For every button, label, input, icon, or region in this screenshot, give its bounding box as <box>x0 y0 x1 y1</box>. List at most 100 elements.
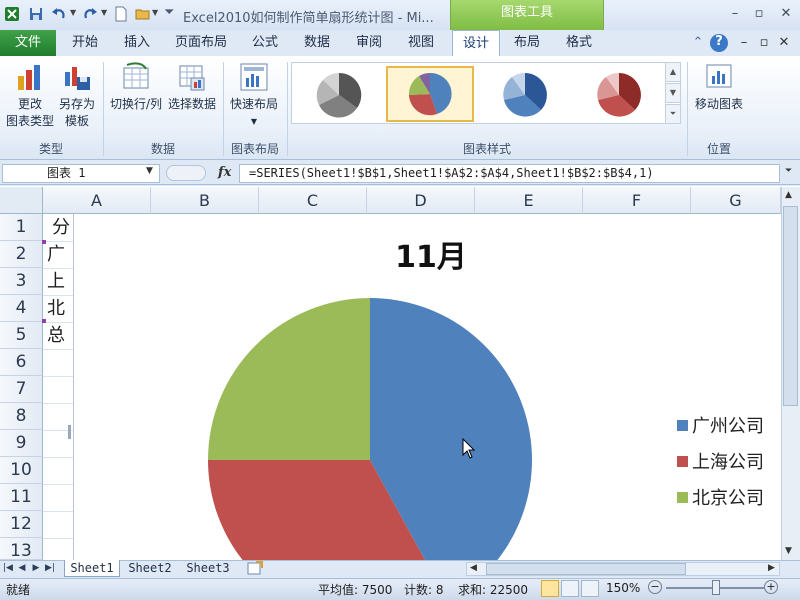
page-layout-view-button[interactable] <box>561 580 579 597</box>
change-chart-type-button[interactable]: 更改 图表类型 <box>4 62 56 130</box>
undo-dropdown-icon[interactable]: ▼ <box>70 8 76 17</box>
workbook-restore-icon[interactable]: ▫ <box>756 35 772 51</box>
cell-a2[interactable]: 广 <box>47 241 75 268</box>
prev-sheet-icon[interactable]: ◀ <box>16 561 28 576</box>
chart-style-option-red[interactable] <box>574 66 662 122</box>
minimize-button[interactable]: – <box>723 4 747 24</box>
formula-input[interactable]: =SERIES(Sheet1!$B$1,Sheet1!$A$2:$A$4,She… <box>239 164 780 183</box>
row-header-5[interactable]: 5 <box>0 322 43 349</box>
new-document-icon[interactable] <box>113 6 129 22</box>
row-header-11[interactable]: 11 <box>0 484 43 511</box>
column-header-f[interactable]: F <box>583 187 691 214</box>
cell-a4[interactable]: 北 <box>47 295 75 322</box>
column-header-d[interactable]: D <box>367 187 475 214</box>
zoom-slider-thumb[interactable] <box>712 580 720 595</box>
row-header-7[interactable]: 7 <box>0 376 43 403</box>
customize-qat-icon[interactable]: ⏷ <box>164 5 174 20</box>
row-header-12[interactable]: 12 <box>0 511 43 538</box>
tab-view[interactable]: 视图 <box>398 30 444 56</box>
name-box[interactable]: 图表 1 <box>2 164 160 183</box>
sheet-tab-3[interactable]: Sheet3 <box>180 560 236 577</box>
page-break-preview-button[interactable] <box>581 580 599 597</box>
switch-row-column-button[interactable]: 切换行/列 <box>108 62 164 113</box>
expand-formula-bar-icon[interactable]: ⏷ <box>785 166 792 176</box>
sheet-tab-1[interactable]: Sheet1 <box>64 560 120 577</box>
tab-file[interactable]: 文件 <box>0 30 56 56</box>
pie-chart[interactable] <box>190 290 550 560</box>
row-header-13[interactable]: 13 <box>0 538 43 560</box>
name-box-dropdown-icon[interactable]: ▼ <box>146 166 153 176</box>
legend-label-shanghai[interactable]: 上海公司 <box>692 448 764 474</box>
zoom-in-icon[interactable]: + <box>764 580 778 594</box>
scroll-up-arrow-icon[interactable]: ▲ <box>785 190 792 200</box>
restore-button[interactable]: ▫ <box>747 4 771 24</box>
open-folder-icon[interactable] <box>135 6 151 22</box>
chart-resize-handle[interactable] <box>68 425 71 439</box>
select-data-button[interactable]: 选择数据 <box>166 62 218 113</box>
tab-chart-format[interactable]: 格式 <box>556 30 602 56</box>
save-as-template-button[interactable]: 另存为 模板 <box>56 62 98 130</box>
first-sheet-icon[interactable]: |◀ <box>2 561 14 576</box>
scroll-left-arrow-icon[interactable]: ◀ <box>470 563 477 573</box>
formula-bar-resize-handle[interactable] <box>166 165 206 181</box>
row-header-6[interactable]: 6 <box>0 349 43 376</box>
scroll-down-arrow-icon[interactable]: ▼ <box>785 546 792 556</box>
tab-data[interactable]: 数据 <box>294 30 340 56</box>
next-sheet-icon[interactable]: ▶ <box>30 561 42 576</box>
undo-icon[interactable] <box>51 6 67 22</box>
row-header-1[interactable]: 1 <box>0 214 43 241</box>
cell-a3[interactable]: 上 <box>47 268 75 295</box>
row-header-4[interactable]: 4 <box>0 295 43 322</box>
column-header-a[interactable]: A <box>43 187 151 214</box>
column-header-c[interactable]: C <box>259 187 367 214</box>
close-button[interactable]: ✕ <box>774 4 798 24</box>
tab-chart-design[interactable]: 设计 <box>452 30 500 56</box>
gallery-expand-button[interactable]: ⏷ <box>665 104 681 124</box>
insert-function-button[interactable]: fx <box>218 165 231 180</box>
cell-a5[interactable]: 总 <box>47 322 75 349</box>
tab-review[interactable]: 审阅 <box>346 30 392 56</box>
quick-layout-button[interactable]: 快速布局 ▼ <box>228 62 280 130</box>
row-header-3[interactable]: 3 <box>0 268 43 295</box>
gallery-scroll-down-button[interactable]: ▼ <box>665 83 681 103</box>
legend-label-beijing[interactable]: 北京公司 <box>692 484 764 510</box>
workbook-minimize-icon[interactable]: – <box>736 35 752 51</box>
row-header-8[interactable]: 8 <box>0 403 43 430</box>
row-header-2[interactable]: 2 <box>0 241 43 268</box>
chart-style-option-blue[interactable] <box>480 66 568 122</box>
zoom-level[interactable]: 150% <box>606 581 640 595</box>
last-sheet-icon[interactable]: ▶| <box>44 561 56 576</box>
scroll-right-arrow-icon[interactable]: ▶ <box>768 563 775 573</box>
normal-view-button[interactable] <box>541 580 559 597</box>
tab-insert[interactable]: 插入 <box>114 30 160 56</box>
gallery-scroll-up-button[interactable]: ▲ <box>665 62 681 82</box>
save-icon[interactable] <box>28 6 44 22</box>
legend-label-guangzhou[interactable]: 广州公司 <box>692 412 764 438</box>
tab-formulas[interactable]: 公式 <box>242 30 288 56</box>
column-header-g[interactable]: G <box>691 187 781 214</box>
vertical-scroll-thumb[interactable] <box>783 206 798 406</box>
open-dropdown-icon[interactable]: ▼ <box>152 8 158 17</box>
row-header-9[interactable]: 9 <box>0 430 43 457</box>
tab-home[interactable]: 开始 <box>62 30 108 56</box>
workbook-close-icon[interactable]: ✕ <box>776 35 792 51</box>
tab-chart-layout[interactable]: 布局 <box>504 30 550 56</box>
chart-style-option-colorful[interactable] <box>386 66 474 122</box>
insert-sheet-icon[interactable] <box>246 561 264 576</box>
zoom-out-icon[interactable]: − <box>648 580 662 594</box>
column-header-e[interactable]: E <box>475 187 583 214</box>
tab-page-layout[interactable]: 页面布局 <box>168 30 234 56</box>
minimize-ribbon-icon[interactable]: ⌃ <box>690 35 706 51</box>
chart-title[interactable]: 11月 <box>73 232 789 276</box>
excel-logo-icon[interactable] <box>4 6 20 22</box>
move-chart-button[interactable]: 移动图表 <box>690 62 748 113</box>
column-header-b[interactable]: B <box>151 187 259 214</box>
sheet-tab-2[interactable]: Sheet2 <box>122 560 178 577</box>
chart-style-option-gray[interactable] <box>294 66 382 122</box>
pie-slice-beijing[interactable] <box>208 298 370 460</box>
redo-dropdown-icon[interactable]: ▼ <box>101 8 107 17</box>
redo-icon[interactable] <box>82 6 98 22</box>
row-header-10[interactable]: 10 <box>0 457 43 484</box>
help-icon[interactable]: ? <box>710 34 728 52</box>
select-all-corner[interactable] <box>0 187 43 214</box>
